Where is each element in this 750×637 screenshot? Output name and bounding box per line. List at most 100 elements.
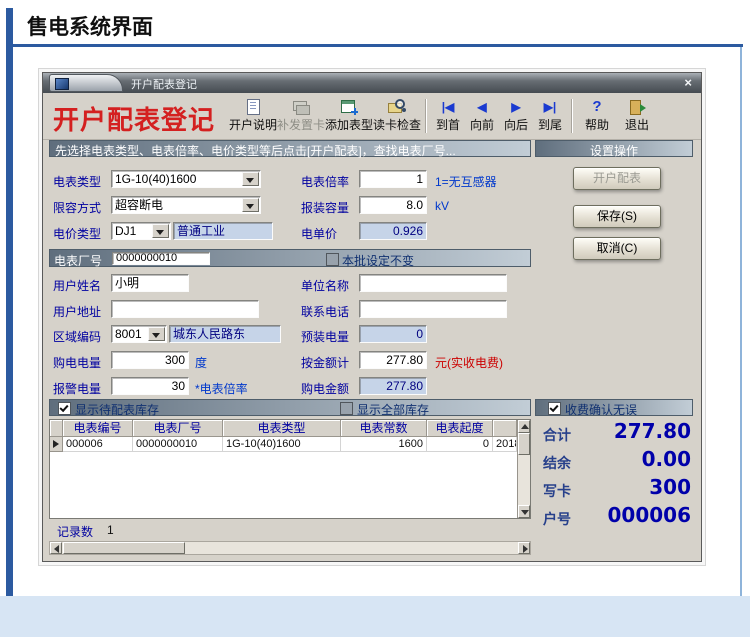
factory-no-value: 0000000010 [116,253,178,264]
limit-mode-select[interactable]: 超容断电 [111,196,261,214]
toolbar-button-exit[interactable]: 退出 [617,96,657,136]
unit-price-value: 0.926 [392,224,423,238]
cell-meter-start: 0 [427,437,493,452]
area-name-field: 城东人民路东 [169,325,281,343]
alarm-energy-input[interactable]: 30 [111,377,189,395]
toolbar-button-go-first[interactable]: |◀ 到首 [431,96,465,136]
limit-mode-label: 限容方式 [53,201,102,215]
dropdown-arrow-icon[interactable] [242,198,259,212]
title-underline [6,44,743,47]
column-header-factory-no[interactable]: 电表厂号 [133,420,223,437]
scroll-down-icon[interactable] [518,505,530,518]
price-type-label: 电价类型 [53,227,102,241]
cell-meter-no: 000006 [63,437,133,452]
batch-fixed-checkbox[interactable] [326,253,339,266]
go-next-icon: ▶ [511,100,521,114]
table-row[interactable]: 000006 0000000010 1G-10(40)1600 1600 0 2… [50,437,517,452]
toolbar-button-help[interactable]: ? 帮助 [577,96,617,136]
factory-no-input[interactable]: 0000000010 [112,252,210,265]
balance-label: 结余 [543,455,571,471]
column-header-meter-type[interactable]: 电表类型 [223,420,341,437]
address-input[interactable] [111,300,259,318]
toolbar-button-go-next[interactable]: ▶ 向后 [499,96,533,136]
alarm-energy-label: 报警电量 [53,382,102,396]
capacity-label: 报装容量 [301,201,350,215]
by-amount-value: 277.80 [386,353,423,367]
record-count-label: 记录数 [57,525,94,539]
phone-input[interactable] [359,300,507,318]
save-button[interactable]: 保存(S) [573,205,661,228]
dropdown-arrow-icon[interactable] [148,327,165,341]
meter-ratio-label: 电表倍率 [301,175,350,189]
show-pending-checkbox[interactable] [58,402,71,415]
add-meter-type-icon [340,99,358,115]
reissue-card-icon [292,99,310,115]
show-all-checkbox[interactable] [340,402,353,415]
scroll-up-icon[interactable] [518,420,530,433]
scroll-left-icon[interactable] [50,542,62,554]
capacity-value: 8.0 [406,198,423,212]
go-previous-icon: ◀ [477,100,487,114]
settings-header-label: 设置操作 [589,144,639,158]
assign-meter-button[interactable]: 开户配表 [573,167,661,190]
meter-type-select[interactable]: 1G-10(40)1600 [111,170,261,188]
limit-mode-value: 超容断电 [115,198,164,212]
dropdown-arrow-icon[interactable] [242,172,259,186]
preset-energy-value: 0 [416,327,423,341]
toolbar-button-account-instructions[interactable]: 开户说明 [229,96,277,136]
area-code-select[interactable]: 8001 [111,325,167,343]
capacity-input[interactable]: 8.0 [359,196,427,214]
toolbar-button-go-last[interactable]: ▶| 到尾 [533,96,567,136]
user-name-input[interactable]: 小明 [111,274,189,292]
purchase-energy-label: 购电电量 [53,356,102,370]
by-amount-input[interactable]: 277.80 [359,351,427,369]
horizontal-scroll-thumb[interactable] [63,542,185,554]
hint-bar: 先选择电表类型、电表倍率、电价类型等后点击[开户配表]，查找电表厂号... [49,140,531,158]
toolbar-button-add-meter-type[interactable]: 添加表型 [325,96,373,136]
preset-energy-label: 预装电量 [301,330,350,344]
close-button[interactable]: × [684,75,692,90]
app-icon [55,78,69,90]
toolbar-button-read-card-check[interactable]: 读卡检查 [373,96,421,136]
purchase-energy-value: 300 [164,353,185,367]
account-no-label: 户号 [543,511,571,527]
right-accent-line [740,47,742,596]
column-header-meter-constant[interactable]: 电表常数 [341,420,427,437]
purchase-energy-input[interactable]: 300 [111,351,189,369]
cell-meter-constant: 1600 [341,437,427,452]
toolbar-button-reissue-card[interactable]: 补发置卡 [277,96,325,136]
toolbar-label: 向后 [503,118,528,132]
capacity-unit-note: kV [435,199,450,213]
dropdown-arrow-icon[interactable] [152,224,169,238]
alarm-energy-note: *电表倍率 [195,382,248,396]
fee-confirm-bar: 收费确认无误 [535,399,693,417]
toolbar-label: 开户说明 [229,118,278,132]
factory-no-label: 电表厂号 [54,254,103,268]
vertical-scroll-thumb[interactable] [518,433,530,455]
purchase-energy-unit-note: 度 [195,356,208,370]
column-header-meter-no[interactable]: 电表编号 [63,420,133,437]
write-card-label: 写卡 [543,483,571,499]
toolbar-separator [425,99,427,133]
fee-confirm-checkbox[interactable] [548,402,561,415]
org-name-input[interactable] [359,274,507,292]
column-header-meter-start[interactable]: 电表起度 [427,420,493,437]
table-horizontal-scrollbar[interactable] [49,541,531,555]
row-selector-icon [50,437,63,452]
toolbar-separator [571,99,573,133]
fee-confirm-label: 收费确认无误 [565,403,638,417]
org-name-label: 单位名称 [301,279,350,293]
factory-no-bar: 电表厂号 0000000010 本批设定不变 [49,249,531,268]
price-type-select[interactable]: DJ1 [111,222,171,240]
inventory-filter-bar: 显示待配表库存 显示全部库存 [49,399,531,417]
cell-factory-no: 0000000010 [133,437,223,452]
dialog-titlebar[interactable]: 开户配表登记 × [43,73,701,94]
cancel-button[interactable]: 取消(C) [573,237,661,260]
scroll-right-icon[interactable] [518,542,530,554]
total-label: 合计 [543,427,571,443]
table-vertical-scrollbar[interactable] [517,420,530,518]
column-header-partial [493,420,517,437]
meter-ratio-input[interactable]: 1 [359,170,427,188]
dialog-heading: 开户配表登记 [53,106,216,136]
toolbar-button-go-previous[interactable]: ◀ 向前 [465,96,499,136]
